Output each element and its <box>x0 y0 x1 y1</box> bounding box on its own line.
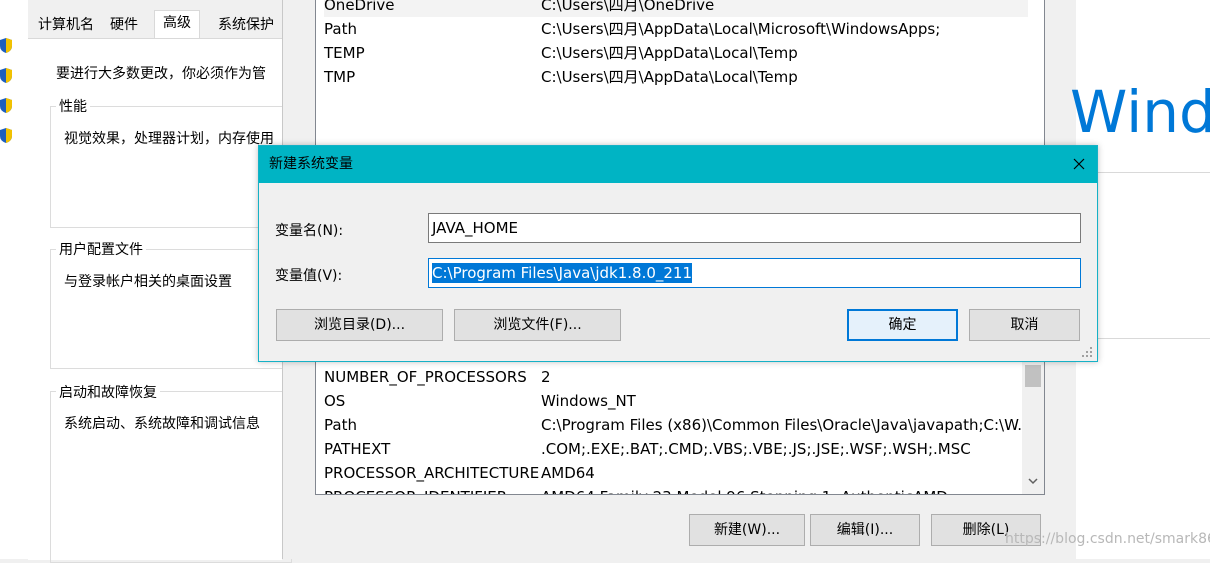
performance-group-title: 性能 <box>56 96 90 116</box>
tab-computer-name[interactable]: 计算机名 <box>32 12 100 36</box>
tab-strip: 计算机名 硬件 高级 系统保护 <box>28 10 282 38</box>
startup-recovery-group-title: 启动和故障恢复 <box>56 382 160 402</box>
user-profiles-group-title: 用户配置文件 <box>56 239 146 259</box>
new-system-variable-dialog: 新建系统变量 变量名(N): JAVA_HOME 变量值(V): C:\Prog… <box>258 145 1098 362</box>
scrollbar-thumb[interactable] <box>1025 365 1041 387</box>
variable-value-input[interactable]: C:\Program Files\Java\jdk1.8.0_211 <box>428 258 1081 288</box>
performance-description: 视觉效果，处理器计划，内存使用 <box>64 131 274 147</box>
variable-value: .COM;.EXE;.BAT;.CMD;.VBS;.VBE;.JS;.JSE;.… <box>541 440 971 458</box>
variable-value: C:\Program Files (x86)\Common Files\Orac… <box>541 416 1032 434</box>
variable-name-value: JAVA_HOME <box>432 219 519 237</box>
user-profiles-group <box>50 249 292 369</box>
variable-value: C:\Users\四月\AppData\Local\Temp <box>541 44 798 62</box>
variable-value: C:\Users\四月\OneDrive <box>541 0 715 14</box>
table-row[interactable]: OneDrive C:\Users\四月\OneDrive <box>324 0 1028 17</box>
tab-hardware[interactable]: 硬件 <box>104 12 144 36</box>
variable-name-label: 变量名(N): <box>275 223 344 239</box>
browse-directory-button[interactable]: 浏览目录(D)... <box>276 309 443 341</box>
uac-shield-icon <box>0 98 12 113</box>
variable-name: PROCESSOR_ARCHITECTURE <box>324 464 540 482</box>
uac-shield-icon <box>0 128 12 143</box>
dialog-titlebar[interactable]: 新建系统变量 <box>259 146 1097 183</box>
tab-system-protection[interactable]: 系统保护 <box>212 12 280 36</box>
variable-value: C:\Users\四月\AppData\Local\Temp <box>541 68 798 86</box>
uac-shield-icon <box>0 68 12 83</box>
windows-logo-text: Windo <box>1070 78 1210 146</box>
variable-name: OS <box>324 392 346 410</box>
watermark: https://blog.csdn.net/smark86 <box>1005 531 1210 547</box>
variable-value: 2 <box>541 368 551 386</box>
variable-value-label: 变量值(V): <box>275 268 343 284</box>
variable-value: AMD64 <box>541 464 595 482</box>
left-window-strip <box>0 0 28 559</box>
resize-grip-icon[interactable] <box>1081 346 1093 358</box>
variable-name: Path <box>324 20 357 38</box>
close-button[interactable] <box>1061 146 1097 183</box>
admin-notice-text: 要进行大多数更改，你必须作为管 <box>56 66 266 82</box>
variable-value: AMD64 Family 23 Model 96 Stepping 1, Aut… <box>541 485 948 494</box>
variable-name: PROCESSOR_IDENTIFIER <box>324 485 507 494</box>
variable-name: OneDrive <box>324 0 395 14</box>
advanced-tab-panel: 要进行大多数更改，你必须作为管 性能 视觉效果，处理器计划，内存使用 用户配置文… <box>28 38 292 563</box>
variable-name: TMP <box>324 68 356 86</box>
performance-group <box>50 106 292 228</box>
new-variable-button[interactable]: 新建(W)... <box>689 514 805 546</box>
close-icon <box>1073 158 1085 170</box>
system-properties-window: 计算机名 硬件 高级 系统保护 要进行大多数更改，你必须作为管 性能 视觉效果，… <box>28 0 292 563</box>
variable-value: Windows_NT <box>541 392 636 410</box>
variable-name: PATHEXT <box>324 440 391 458</box>
variable-name: NUMBER_OF_PROCESSORS <box>324 368 527 386</box>
variable-name-input[interactable]: JAVA_HOME <box>428 213 1081 243</box>
variable-name: Path <box>324 416 357 434</box>
scroll-down-arrow-icon[interactable] <box>1028 477 1038 485</box>
user-profiles-description: 与登录帐户相关的桌面设置 <box>64 274 232 290</box>
uac-shield-icon <box>0 38 12 53</box>
variable-value-selected-text: C:\Program Files\Java\jdk1.8.0_211 <box>432 263 693 283</box>
ok-button[interactable]: 确定 <box>847 309 958 341</box>
startup-recovery-description: 系统启动、系统故障和调试信息 <box>64 416 260 432</box>
variable-value: C:\Users\四月\AppData\Local\Microsoft\Wind… <box>541 20 941 38</box>
browse-file-button[interactable]: 浏览文件(F)... <box>454 309 621 341</box>
variable-name: TEMP <box>324 44 365 62</box>
edit-variable-button[interactable]: 编辑(I)... <box>810 514 920 546</box>
tab-advanced[interactable]: 高级 <box>154 10 200 38</box>
dialog-title: 新建系统变量 <box>269 156 353 172</box>
cancel-button[interactable]: 取消 <box>969 309 1080 341</box>
